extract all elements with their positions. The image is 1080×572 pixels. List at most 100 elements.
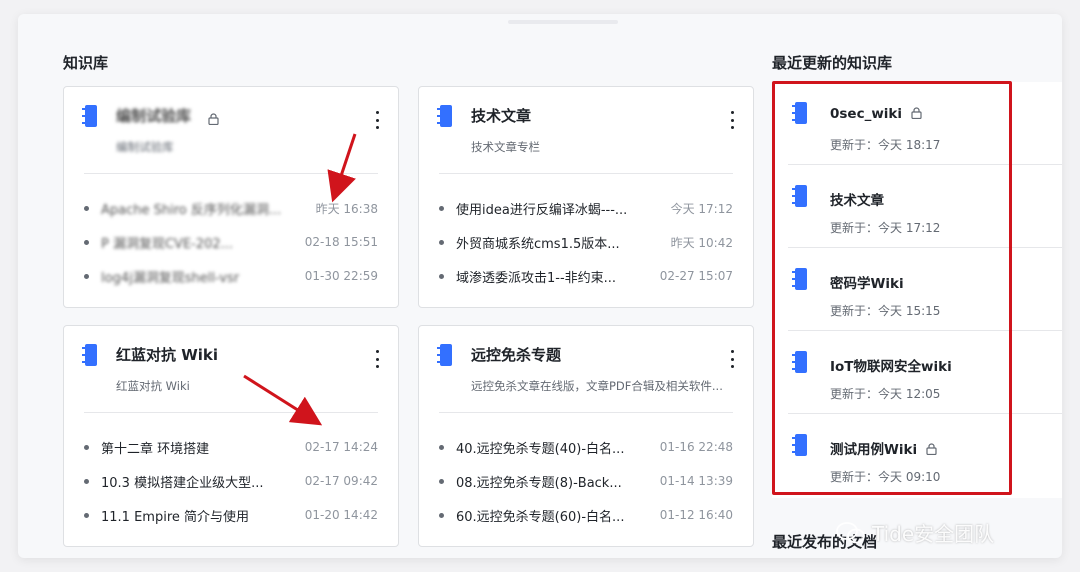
- recent-library-item[interactable]: 测试用例Wiki 更新于：今天 09:10: [788, 414, 1062, 497]
- doc-time: 01-14 13:39: [659, 474, 733, 488]
- library-section-title: 知识库: [63, 54, 109, 72]
- doc-list-item[interactable]: 第十二章 环境搭建 02-17 14:24: [84, 430, 378, 464]
- doc-title[interactable]: 第十二章 环境搭建: [101, 438, 305, 457]
- recent-library-title[interactable]: 密码学Wiki: [830, 276, 904, 292]
- recent-library-updated: 更新于：今天 18:17: [830, 138, 941, 152]
- card-doc-list: 使用idea进行反编译冰蝎---... 今天 17:12 外贸商城系统cms1.…: [439, 191, 733, 293]
- book-icon: [792, 434, 807, 456]
- card-doc-list: 第十二章 环境搭建 02-17 14:24 10.3 模拟搭建企业级大型... …: [84, 430, 378, 532]
- recent-library-updated: 更新于：今天 17:12: [830, 221, 941, 235]
- card-doc-list: Apache Shiro 反序列化漏洞... 昨天 16:38 P 漏洞复现CV…: [84, 191, 378, 293]
- book-icon: [437, 105, 452, 127]
- doc-time: 02-18 15:51: [304, 235, 378, 249]
- doc-list-item[interactable]: 60.远控免杀专题(60)-白名... 01-12 16:40: [439, 498, 733, 532]
- card-description: 远控免杀文章在线版，文章PDF合辑及相关软件...: [471, 379, 723, 393]
- book-icon: [792, 351, 807, 373]
- lock-icon: [911, 107, 922, 119]
- doc-time: 今天 17:12: [670, 201, 733, 216]
- bullet-icon: [84, 444, 89, 450]
- recent-library-title-row: IoT物联网安全wiki: [830, 355, 952, 375]
- lock-icon-wrap: [204, 109, 219, 128]
- more-options-icon[interactable]: [374, 350, 380, 368]
- doc-list-item[interactable]: 外贸商城系统cms1.5版本... 昨天 10:42: [439, 225, 733, 259]
- app-frame: 知识库 最近更新的知识库 最近发布的文档 编制试验库 编制试验库 Apache …: [18, 14, 1062, 558]
- doc-title[interactable]: 域渗透委派攻击1--非约束...: [456, 267, 660, 286]
- recent-library-title-row: 技术文章: [830, 189, 884, 209]
- more-options-icon[interactable]: [729, 350, 735, 368]
- bullet-icon: [84, 273, 89, 279]
- wechat-icon: [836, 521, 865, 543]
- recent-library-title-row: 测试用例Wiki: [830, 438, 937, 458]
- doc-list-item[interactable]: Apache Shiro 反序列化漏洞... 昨天 16:38: [84, 191, 378, 225]
- bullet-icon: [439, 239, 444, 245]
- recent-library-item[interactable]: 0sec_wiki 更新于：今天 18:17: [788, 82, 1062, 165]
- doc-time: 02-27 15:07: [659, 269, 733, 283]
- doc-list-item[interactable]: 08.远控免杀专题(8)-Back... 01-14 13:39: [439, 464, 733, 498]
- doc-list-item[interactable]: log4j漏洞复现shell-vsr 01-30 22:59: [84, 259, 378, 293]
- bullet-icon: [439, 273, 444, 279]
- doc-time: 02-17 14:24: [304, 440, 378, 454]
- library-card[interactable]: 远控免杀专题远控免杀文章在线版，文章PDF合辑及相关软件... 40.远控免杀专…: [418, 325, 754, 547]
- bullet-icon: [84, 478, 89, 484]
- doc-list-item[interactable]: 域渗透委派攻击1--非约束... 02-27 15:07: [439, 259, 733, 293]
- doc-list-item[interactable]: 10.3 模拟搭建企业级大型... 02-17 09:42: [84, 464, 378, 498]
- doc-list-item[interactable]: P 漏洞复现CVE-202... 02-18 15:51: [84, 225, 378, 259]
- doc-list-item[interactable]: 40.远控免杀专题(40)-白名... 01-16 22:48: [439, 430, 733, 464]
- card-description: 编制试验库: [116, 140, 174, 154]
- doc-title[interactable]: 11.1 Empire 简介与使用: [101, 506, 305, 525]
- bullet-icon: [84, 239, 89, 245]
- card-title[interactable]: 编制试验库: [116, 105, 191, 126]
- recent-library-title-row: 0sec_wiki: [830, 106, 922, 122]
- doc-time: 01-20 14:42: [304, 508, 378, 522]
- recent-library-item[interactable]: 技术文章更新于：今天 17:12: [788, 165, 1062, 248]
- doc-title[interactable]: 10.3 模拟搭建企业级大型...: [101, 472, 305, 491]
- bullet-icon: [439, 205, 444, 211]
- doc-title[interactable]: Apache Shiro 反序列化漏洞...: [101, 199, 316, 218]
- card-title[interactable]: 红蓝对抗 Wiki: [116, 344, 218, 365]
- book-icon: [82, 105, 97, 127]
- card-description: 红蓝对抗 Wiki: [116, 379, 190, 393]
- recent-updated-section-title: 最近更新的知识库: [772, 54, 893, 72]
- doc-title[interactable]: 使用idea进行反编译冰蝎---...: [456, 199, 671, 218]
- bullet-icon: [439, 444, 444, 450]
- card-doc-list: 40.远控免杀专题(40)-白名... 01-16 22:48 08.远控免杀专…: [439, 430, 733, 532]
- doc-title[interactable]: 40.远控免杀专题(40)-白名...: [456, 438, 660, 457]
- doc-time: 01-16 22:48: [659, 440, 733, 454]
- bullet-icon: [439, 478, 444, 484]
- recent-library-title[interactable]: 技术文章: [830, 193, 884, 209]
- book-icon: [437, 344, 452, 366]
- book-icon: [792, 185, 807, 207]
- recent-library-updated: 更新于：今天 15:15: [830, 304, 941, 318]
- card-title[interactable]: 远控免杀专题: [471, 344, 561, 365]
- doc-title[interactable]: log4j漏洞复现shell-vsr: [101, 267, 305, 286]
- divider: [439, 412, 733, 413]
- recent-library-title[interactable]: 0sec_wiki: [830, 106, 902, 122]
- doc-list-item[interactable]: 11.1 Empire 简介与使用 01-20 14:42: [84, 498, 378, 532]
- book-icon: [792, 102, 807, 124]
- doc-title[interactable]: P 漏洞复现CVE-202...: [101, 233, 305, 252]
- recent-updated-list: 0sec_wiki 更新于：今天 18:17 技术文章 更新于：今天 17:12 …: [772, 82, 1062, 498]
- lock-icon: [926, 443, 937, 455]
- recent-library-item[interactable]: 密码学Wiki 更新于：今天 15:15: [788, 248, 1062, 331]
- library-card[interactable]: 技术文章技术文章专栏 使用idea进行反编译冰蝎---... 今天 17:12 …: [418, 86, 754, 308]
- recent-library-item[interactable]: IoT物联网安全wiki 更新于：今天 12:05: [788, 331, 1062, 414]
- card-title[interactable]: 技术文章: [471, 105, 531, 126]
- more-options-icon[interactable]: [729, 111, 735, 129]
- doc-title[interactable]: 外贸商城系统cms1.5版本...: [456, 233, 671, 252]
- bullet-icon: [439, 512, 444, 518]
- bullet-icon: [84, 205, 89, 211]
- doc-time: 昨天 16:38: [315, 201, 378, 216]
- doc-time: 01-30 22:59: [304, 269, 378, 283]
- library-card[interactable]: 红蓝对抗 Wiki 红蓝对抗 Wiki 第十二章 环境搭建 02-17 14:24…: [63, 325, 399, 547]
- card-description: 技术文章专栏: [471, 140, 540, 154]
- recent-library-title[interactable]: IoT物联网安全wiki: [830, 359, 952, 375]
- more-options-icon[interactable]: [374, 111, 380, 129]
- doc-list-item[interactable]: 使用idea进行反编译冰蝎---... 今天 17:12: [439, 191, 733, 225]
- doc-title[interactable]: 60.远控免杀专题(60)-白名...: [456, 506, 660, 525]
- doc-title[interactable]: 08.远控免杀专题(8)-Back...: [456, 472, 660, 491]
- top-handle: [508, 20, 618, 24]
- library-card[interactable]: 编制试验库 编制试验库 Apache Shiro 反序列化漏洞... 昨天 16…: [63, 86, 399, 308]
- lock-icon: [208, 113, 219, 125]
- watermark: Tide安全团队: [836, 518, 994, 547]
- recent-library-title[interactable]: 测试用例Wiki: [830, 442, 917, 458]
